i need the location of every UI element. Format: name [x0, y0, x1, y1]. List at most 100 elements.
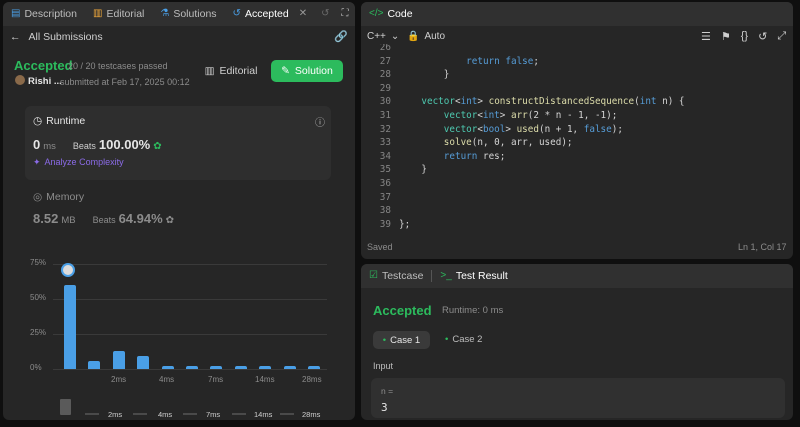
maximize-icon: ⛶	[341, 8, 349, 19]
code-line[interactable]: 38	[361, 205, 793, 219]
trophy-icon: ✿	[153, 141, 162, 152]
user-name[interactable]: Rishi ...	[28, 76, 62, 87]
chart-bar[interactable]	[64, 285, 76, 369]
chart-bar[interactable]	[210, 366, 223, 369]
book-icon: ▥	[92, 8, 103, 19]
line-content: solve(n, 0, arr, used);	[443, 137, 573, 149]
edit-icon: ✎	[281, 65, 290, 77]
code-header: </> Code	[361, 2, 793, 26]
test-panel: ☑ Testcase >_ Test Result Accepted Runti…	[361, 264, 793, 420]
case-2-tab[interactable]: • Case 2	[445, 334, 482, 345]
braces-icon[interactable]: {}	[741, 30, 748, 43]
tab-accepted[interactable]: ↺ Accepted ✕	[225, 2, 316, 26]
bookmark-icon[interactable]: ⚑	[721, 30, 731, 43]
code-line[interactable]: 30 vector<int> constructDistancedSequenc…	[361, 96, 793, 110]
line-content: }	[399, 69, 450, 81]
code-line[interactable]: 28 }	[361, 69, 793, 83]
chart-bar[interactable]	[137, 356, 150, 369]
language-select[interactable]: C++ ⌄	[367, 31, 399, 42]
testcases-passed: 20 / 20 testcases passed	[68, 61, 168, 71]
code-line[interactable]: 31 vector<int> arr(2 * n - 1, -1);	[361, 110, 793, 124]
collapse-button[interactable]: ‹	[355, 2, 356, 26]
line-content: vector<bool> used(n + 1, false);	[443, 123, 623, 135]
code-line[interactable]: 37	[361, 192, 793, 206]
history-button[interactable]: ↺	[315, 2, 335, 26]
code-panel: </> Code C++ ⌄ 🔒 Auto ☰ ⚑ {} ↺ ⤢ 26 27 re…	[361, 2, 793, 259]
code-line[interactable]: 29	[361, 83, 793, 97]
tab-solutions[interactable]: ⚗ Solutions	[152, 2, 224, 26]
line-number: 30	[379, 96, 391, 108]
auto-toggle[interactable]: 🔒 Auto	[407, 31, 445, 42]
chart-bar[interactable]	[259, 366, 272, 369]
memory-stats: 8.52 MB Beats 64.94% ✿	[33, 211, 175, 226]
close-icon[interactable]: ✕	[299, 9, 307, 19]
x-tick-label: 28ms	[302, 375, 322, 384]
mini-x-tick: 2ms	[108, 410, 123, 419]
range-selector[interactable]: 2ms 4ms 7ms 14ms 28ms	[3, 394, 355, 420]
my-submission-avatar[interactable]	[61, 263, 75, 277]
clock-icon: ◷	[33, 115, 43, 127]
cursor-position: Ln 1, Col 17	[738, 242, 787, 252]
code-line[interactable]: 32 vector<bool> used(n + 1, false);	[361, 124, 793, 138]
code-line[interactable]: 27 return false;	[361, 56, 793, 70]
x-tick-label: 2ms	[111, 375, 127, 384]
left-tabbar: ▤ Description ▥ Editorial ⚗ Solutions ↺ …	[3, 2, 355, 26]
mini-x-tick: 28ms	[302, 410, 321, 419]
tab-description[interactable]: ▤ Description	[3, 2, 85, 26]
runtime-value: 0	[33, 137, 41, 152]
tab-code[interactable]: </> Code	[361, 2, 421, 26]
tab-editorial[interactable]: ▥ Editorial	[85, 2, 152, 26]
line-number: 38	[379, 205, 391, 217]
code-line[interactable]: 26	[361, 44, 793, 56]
code-line[interactable]: 36	[361, 178, 793, 192]
line-content: vector<int> arr(2 * n - 1, -1);	[443, 110, 618, 121]
case-1-tab[interactable]: • Case 1	[373, 331, 430, 349]
reset-icon[interactable]: ↺	[758, 30, 767, 43]
result-status: Accepted	[373, 303, 432, 318]
chart-bar[interactable]	[234, 366, 247, 369]
test-header: ☑ Testcase >_ Test Result	[361, 264, 793, 288]
mini-x-tick: 14ms	[254, 410, 273, 419]
expand-icon[interactable]: ⤢	[777, 30, 786, 43]
sparkle-icon: ✦	[33, 157, 41, 167]
submission-status: Accepted	[14, 58, 73, 73]
line-number: 36	[379, 178, 391, 189]
avatar[interactable]	[15, 75, 25, 85]
format-icon[interactable]: ☰	[701, 30, 711, 43]
link-icon[interactable]: 🔗	[334, 30, 348, 43]
chart-bar[interactable]	[112, 350, 125, 369]
analyze-complexity-link[interactable]: ✦ Analyze Complexity	[33, 157, 124, 168]
mini-x-tick: 7ms	[206, 410, 221, 419]
chart-bar[interactable]	[283, 366, 296, 369]
line-number: 28	[379, 69, 391, 81]
code-line[interactable]: 33 solve(n, 0, arr, used);	[361, 137, 793, 151]
result-runtime: Runtime: 0 ms	[442, 305, 504, 316]
code-line[interactable]: 39};	[361, 219, 793, 232]
line-number: 27	[379, 55, 391, 67]
y-tick-label: 0%	[30, 363, 42, 372]
solution-button[interactable]: ✎ Solution	[271, 60, 343, 82]
editorial-button[interactable]: ▥ Editorial	[200, 60, 262, 82]
flask-icon: ⚗	[160, 8, 170, 19]
history-icon: ↺	[232, 8, 241, 19]
memory-value: 8.52	[33, 211, 59, 226]
info-icon[interactable]: ⓘ	[315, 114, 325, 129]
tab-test-result[interactable]: >_ Test Result	[432, 264, 515, 288]
maximize-button[interactable]: ⛶	[336, 2, 355, 26]
tab-testcase[interactable]: ☑ Testcase	[361, 264, 431, 288]
chart-bar[interactable]	[88, 360, 101, 369]
chart-bar[interactable]	[161, 366, 174, 369]
x-tick-label: 4ms	[159, 375, 175, 384]
line-content: return res;	[443, 150, 506, 162]
code-line[interactable]: 35 }	[361, 164, 793, 178]
runtime-distribution-chart: 75% 50% 25% 0% 2ms 4ms 7ms 14ms 28ms	[3, 252, 355, 384]
code-line[interactable]: 34 return res;	[361, 151, 793, 165]
y-tick-label: 50%	[30, 293, 47, 302]
chart-bar[interactable]	[186, 366, 198, 369]
code-editor[interactable]: 26 27 return false; 28 } 29 30 vector<int> c…	[361, 44, 793, 232]
chart-bar[interactable]	[308, 366, 320, 369]
grid-line	[53, 264, 327, 265]
arrow-left-icon: ←	[10, 31, 21, 43]
back-link[interactable]: ← All Submissions	[10, 31, 103, 43]
baseline	[53, 369, 327, 370]
